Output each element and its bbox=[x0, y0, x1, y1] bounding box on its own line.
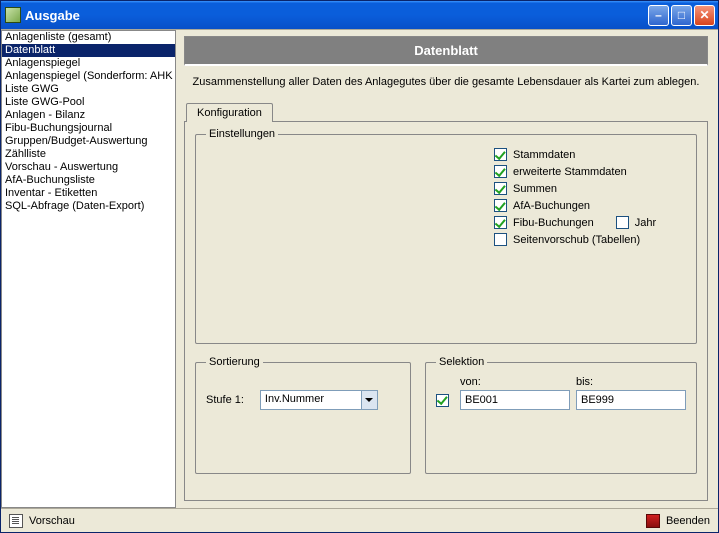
sort-label: Stufe 1: bbox=[206, 394, 244, 406]
sort-group: Sortierung Stufe 1: Inv.Nummer bbox=[195, 356, 411, 474]
tab-konfiguration[interactable]: Konfiguration bbox=[186, 103, 273, 122]
close-app-button[interactable]: Beenden bbox=[666, 515, 710, 527]
window-title: Ausgabe bbox=[25, 8, 648, 23]
checkbox-row: Stammdaten bbox=[494, 146, 656, 163]
app-window: Ausgabe – □ ✕ Anlagenliste (gesamt)Daten… bbox=[0, 0, 719, 533]
checkbox[interactable] bbox=[494, 199, 507, 212]
settings-legend: Einstellungen bbox=[206, 128, 278, 140]
chevron-down-icon[interactable] bbox=[361, 391, 377, 409]
sidebar-item[interactable]: Gruppen/Budget-Auswertung bbox=[2, 135, 175, 148]
selection-to-input[interactable] bbox=[576, 390, 686, 410]
titlebar[interactable]: Ausgabe – □ ✕ bbox=[1, 1, 718, 29]
checkbox-row: Seitenvorschub (Tabellen) bbox=[494, 231, 656, 248]
sidebar-item[interactable]: Liste GWG bbox=[2, 83, 175, 96]
sidebar-item[interactable]: Liste GWG-Pool bbox=[2, 96, 175, 109]
statusbar: Vorschau Beenden bbox=[1, 508, 718, 532]
settings-group: Einstellungen Stammdaten erweiterte Stamm… bbox=[195, 128, 697, 344]
selection-from-input[interactable] bbox=[460, 390, 570, 410]
sidebar-item[interactable]: SQL-Abfrage (Daten-Export) bbox=[2, 200, 175, 213]
sidebar-item[interactable]: Fibu-Buchungsjournal bbox=[2, 122, 175, 135]
checkbox-label: Seitenvorschub (Tabellen) bbox=[513, 234, 640, 246]
main-panel: Datenblatt Zusammenstellung aller Daten … bbox=[176, 30, 718, 508]
selection-from-label: von: bbox=[460, 376, 570, 388]
checkbox[interactable] bbox=[616, 216, 629, 229]
report-description: Zusammenstellung aller Daten des Anlageg… bbox=[184, 66, 708, 102]
preview-button[interactable]: Vorschau bbox=[29, 515, 75, 527]
sidebar-item[interactable]: AfA-Buchungsliste bbox=[2, 174, 175, 187]
sidebar-item[interactable]: Anlagenliste (gesamt) bbox=[2, 31, 175, 44]
checkbox[interactable] bbox=[494, 216, 507, 229]
checkbox-row: AfA-Buchungen bbox=[494, 197, 656, 214]
maximize-button[interactable]: □ bbox=[671, 5, 692, 26]
sidebar-item[interactable]: Anlagen - Bilanz bbox=[2, 109, 175, 122]
sidebar-item[interactable]: Inventar - Etiketten bbox=[2, 187, 175, 200]
report-list[interactable]: Anlagenliste (gesamt)DatenblattAnlagensp… bbox=[1, 30, 176, 508]
selection-group: Selektion von: bis: bbox=[425, 356, 697, 474]
checkbox-label: Jahr bbox=[635, 217, 656, 229]
exit-icon bbox=[646, 514, 660, 528]
checkbox-row: Fibu-Buchungen Jahr bbox=[494, 214, 656, 231]
close-button[interactable]: ✕ bbox=[694, 5, 715, 26]
checkbox-label: AfA-Buchungen bbox=[513, 200, 590, 212]
selection-legend: Selektion bbox=[436, 356, 487, 368]
sidebar-item[interactable]: Anlagenspiegel (Sonderform: AHK und bbox=[2, 70, 175, 83]
checkbox-label: Stammdaten bbox=[513, 149, 575, 161]
checkbox[interactable] bbox=[494, 233, 507, 246]
sort-level1-value: Inv.Nummer bbox=[261, 391, 361, 409]
checkbox-row: erweiterte Stammdaten bbox=[494, 163, 656, 180]
sidebar-item[interactable]: Anlagenspiegel bbox=[2, 57, 175, 70]
minimize-button[interactable]: – bbox=[648, 5, 669, 26]
checkbox-label: Summen bbox=[513, 183, 557, 195]
checkbox-label: erweiterte Stammdaten bbox=[513, 166, 627, 178]
sidebar-item[interactable]: Datenblatt bbox=[2, 44, 175, 57]
tab-page: Einstellungen Stammdaten erweiterte Stamm… bbox=[184, 121, 708, 501]
sort-legend: Sortierung bbox=[206, 356, 263, 368]
selection-to-label: bis: bbox=[576, 376, 686, 388]
document-icon bbox=[9, 514, 23, 528]
sort-level1-combo[interactable]: Inv.Nummer bbox=[260, 390, 378, 410]
checkbox[interactable] bbox=[494, 182, 507, 195]
app-icon bbox=[5, 7, 21, 23]
checkbox-label: Fibu-Buchungen bbox=[513, 217, 594, 229]
selection-enable-checkbox[interactable] bbox=[436, 394, 449, 407]
checkbox-row: Summen bbox=[494, 180, 656, 197]
sidebar-item[interactable]: Vorschau - Auswertung bbox=[2, 161, 175, 174]
checkbox[interactable] bbox=[494, 165, 507, 178]
report-header: Datenblatt bbox=[184, 36, 708, 66]
checkbox[interactable] bbox=[494, 148, 507, 161]
sidebar-item[interactable]: Zählliste bbox=[2, 148, 175, 161]
client-area: Anlagenliste (gesamt)DatenblattAnlagensp… bbox=[1, 29, 718, 532]
